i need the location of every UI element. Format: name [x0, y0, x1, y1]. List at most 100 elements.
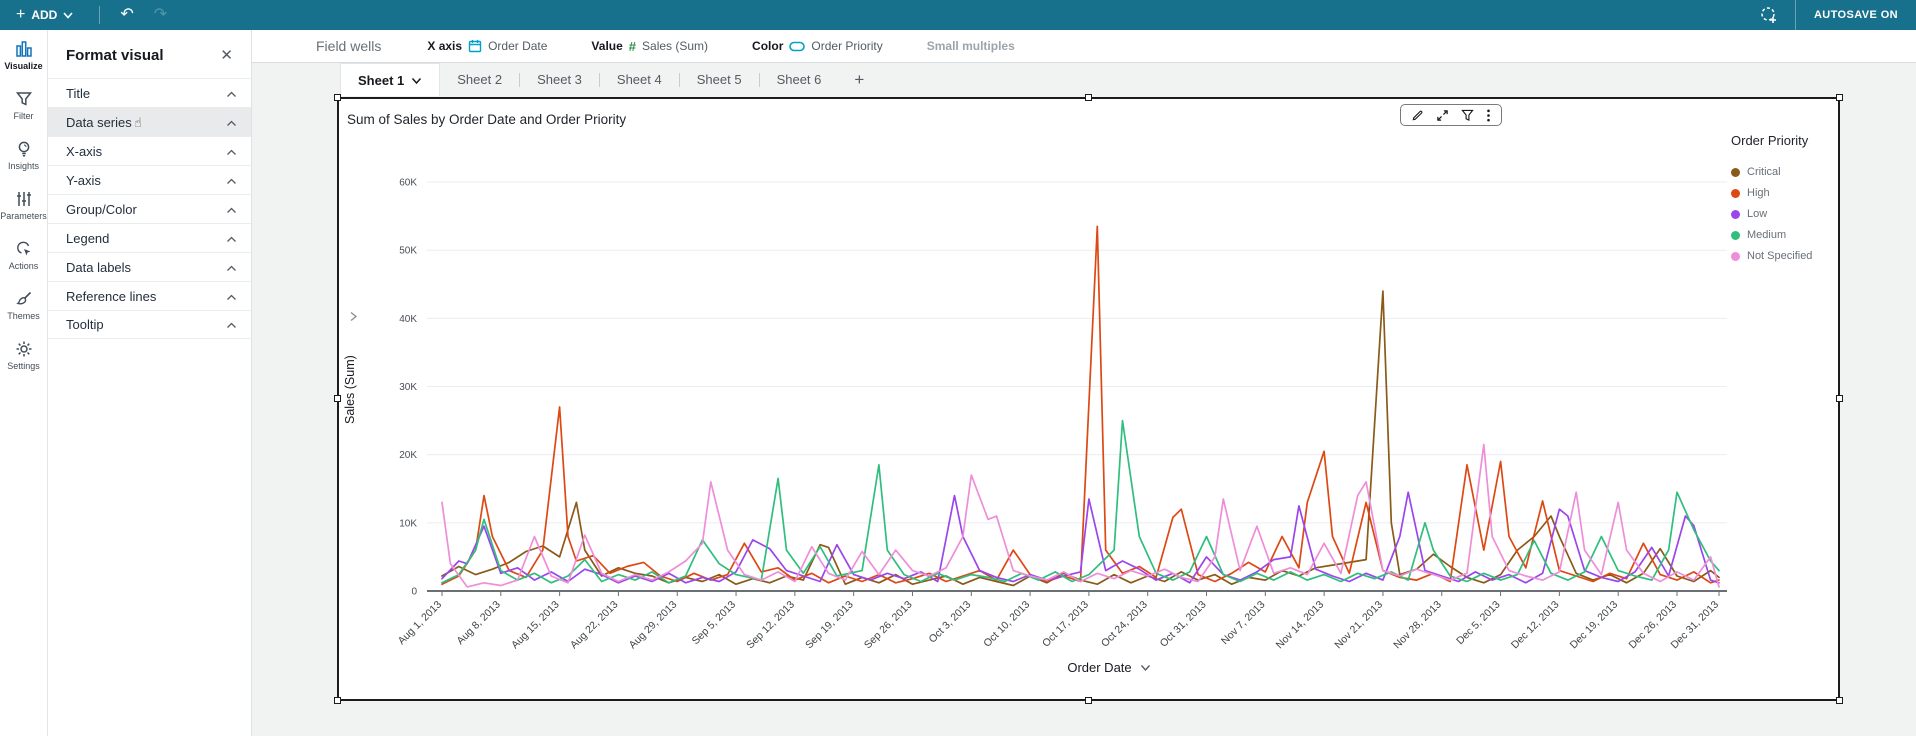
visual-toolbar — [1400, 104, 1502, 126]
x-tick-label: Sep 12, 2013 — [744, 599, 797, 652]
mouse-cursor-pointer: ☝ — [134, 115, 142, 130]
maximize-icon[interactable] — [1431, 107, 1454, 124]
sheet-tab-sheet-3[interactable]: Sheet 3 — [520, 63, 599, 96]
panel-header: Format visual ✕ — [48, 30, 251, 78]
panel-section-legend[interactable]: Legend — [48, 223, 251, 252]
field-well-value[interactable]: Value # Sales (Sum) — [591, 39, 708, 54]
bar-chart-icon — [15, 40, 33, 58]
resize-handle[interactable] — [334, 395, 341, 402]
chevron-up-icon — [226, 231, 237, 246]
cursor-click-icon — [15, 240, 33, 258]
resize-handle[interactable] — [1084, 94, 1092, 101]
autosave-status[interactable]: AUTOSAVE ON — [1794, 0, 1916, 30]
x-tick-label: Nov 7, 2013 — [1219, 599, 1268, 648]
line-series-high[interactable] — [441, 225, 1720, 586]
y-axis-label[interactable]: Sales (Sum) — [343, 315, 357, 465]
well-name: X axis — [427, 39, 463, 53]
rail-item-settings[interactable]: Settings — [0, 330, 47, 380]
sheet-tab-sheet-6[interactable]: Sheet 6 — [760, 63, 839, 96]
format-visual-panel: Format visual ✕ Title Data series ☝ X-axis Y… — [48, 30, 252, 736]
panel-section-label: Data labels — [66, 259, 132, 275]
panel-section-group-color[interactable]: Group/Color — [48, 194, 251, 223]
rail-item-visualize[interactable]: Visualize — [0, 30, 47, 80]
x-tick-label: Dec 12, 2013 — [1509, 599, 1562, 652]
sheet-tab-sheet-4[interactable]: Sheet 4 — [600, 63, 679, 96]
field-wells-bar: Field wells X axis Order Date Value # Sales … — [252, 30, 1916, 63]
x-axis-label: Order Date — [1067, 660, 1132, 675]
line-series-low[interactable] — [441, 491, 1720, 584]
panel-section-reference-lines[interactable]: Reference lines — [48, 281, 251, 310]
sheet-tab-sheet-1[interactable]: Sheet 1 — [340, 63, 441, 96]
well-value: Sales (Sum) — [642, 39, 709, 53]
visual-title[interactable]: Sum of Sales by Order Date and Order Pri… — [347, 112, 626, 127]
calendar-icon — [468, 39, 482, 53]
resize-handle[interactable] — [1836, 395, 1843, 402]
panel-section-tooltip[interactable]: Tooltip — [48, 310, 251, 339]
panel-section-label: X-axis — [66, 143, 103, 159]
rail-item-label: Parameters — [0, 211, 47, 221]
dimension-icon — [789, 41, 806, 52]
panel-section-x-axis[interactable]: X-axis — [48, 136, 251, 165]
well-name: Value — [591, 39, 623, 53]
lightbulb-icon — [15, 140, 33, 158]
x-tick-label: Nov 21, 2013 — [1332, 599, 1385, 652]
field-well-color[interactable]: Color Order Priority — [752, 39, 883, 53]
x-tick-label: Aug 8, 2013 — [454, 599, 503, 648]
lasso-plus-icon[interactable] — [1743, 6, 1795, 24]
x-axis-label-control[interactable]: Order Date — [959, 660, 1259, 675]
rail-item-label: Visualize — [4, 61, 43, 71]
funnel-icon — [15, 90, 33, 108]
number-icon: # — [628, 38, 637, 54]
panel-title: Format visual — [66, 46, 164, 64]
edit-pencil-icon[interactable] — [1406, 107, 1429, 124]
rail-item-filter[interactable]: Filter — [0, 80, 47, 130]
gear-icon — [15, 340, 33, 358]
redo-icon[interactable]: ↷ — [144, 7, 177, 23]
sheet-tab-sheet-2[interactable]: Sheet 2 — [440, 63, 519, 96]
rail-item-parameters[interactable]: Parameters — [0, 180, 47, 230]
legend-item-high[interactable]: High — [1731, 187, 1837, 199]
resize-handle[interactable] — [334, 94, 341, 101]
undo-icon[interactable]: ↶ — [110, 7, 143, 23]
panel-section-title[interactable]: Title — [48, 78, 251, 107]
close-icon[interactable]: ✕ — [216, 46, 237, 64]
sliders-icon — [15, 190, 33, 208]
legend-item-critical[interactable]: Critical — [1731, 166, 1837, 178]
resize-handle[interactable] — [1836, 697, 1843, 704]
field-well-x-axis[interactable]: X axis Order Date — [427, 39, 547, 53]
sheet-tab-strip: Sheet 1 Sheet 2 Sheet 3 Sheet 4 Sheet 5 Sheet… — [340, 63, 880, 96]
add-button[interactable]: + ADD — [0, 0, 89, 30]
panel-section-label: Data series — [66, 114, 132, 130]
sales-line-chart[interactable]: 0 10K 20K 30K 40K 50K 60K Aug 1, 2013 Aug 8, 201… — [367, 135, 1733, 675]
filter-icon[interactable] — [1456, 107, 1479, 124]
sheet-tab-sheet-5[interactable]: Sheet 5 — [680, 63, 759, 96]
panel-section-label: Reference lines — [66, 288, 157, 304]
panel-section-data-series[interactable]: Data series ☝ — [48, 107, 251, 136]
chevron-up-icon — [226, 317, 237, 332]
rail-item-insights[interactable]: Insights — [0, 130, 47, 180]
rail-item-label: Settings — [7, 361, 40, 371]
panel-section-y-axis[interactable]: Y-axis — [48, 165, 251, 194]
rail-item-themes[interactable]: Themes — [0, 280, 47, 330]
visual-card[interactable]: Sum of Sales by Order Date and Order Pri… — [334, 94, 1843, 704]
add-sheet-button[interactable]: + — [838, 63, 880, 96]
panel-section-data-labels[interactable]: Data labels — [48, 252, 251, 281]
legend-item-medium[interactable]: Medium — [1731, 229, 1837, 241]
resize-handle[interactable] — [1836, 94, 1843, 101]
panel-section-label: Title — [66, 85, 91, 101]
x-tick-label: Aug 15, 2013 — [509, 599, 562, 652]
legend-item-low[interactable]: Low — [1731, 208, 1837, 220]
field-wells-label[interactable]: Field wells — [316, 38, 381, 54]
resize-handle[interactable] — [1084, 697, 1092, 704]
small-multiples-well[interactable]: Small multiples — [927, 39, 1015, 53]
chevron-down-icon — [63, 11, 73, 19]
toolbar-divider — [99, 6, 101, 24]
resize-handle[interactable] — [334, 697, 341, 704]
sheet-tab-label: Sheet 4 — [616, 72, 662, 87]
x-tick-label: Oct 31, 2013 — [1158, 599, 1209, 650]
legend-item-not-specified[interactable]: Not Specified — [1731, 250, 1837, 262]
line-series-critical[interactable] — [441, 290, 1720, 587]
topbar-right-group: AUTOSAVE ON — [1743, 0, 1916, 30]
menu-kebab-icon[interactable] — [1481, 107, 1496, 124]
rail-item-actions[interactable]: Actions — [0, 230, 47, 280]
